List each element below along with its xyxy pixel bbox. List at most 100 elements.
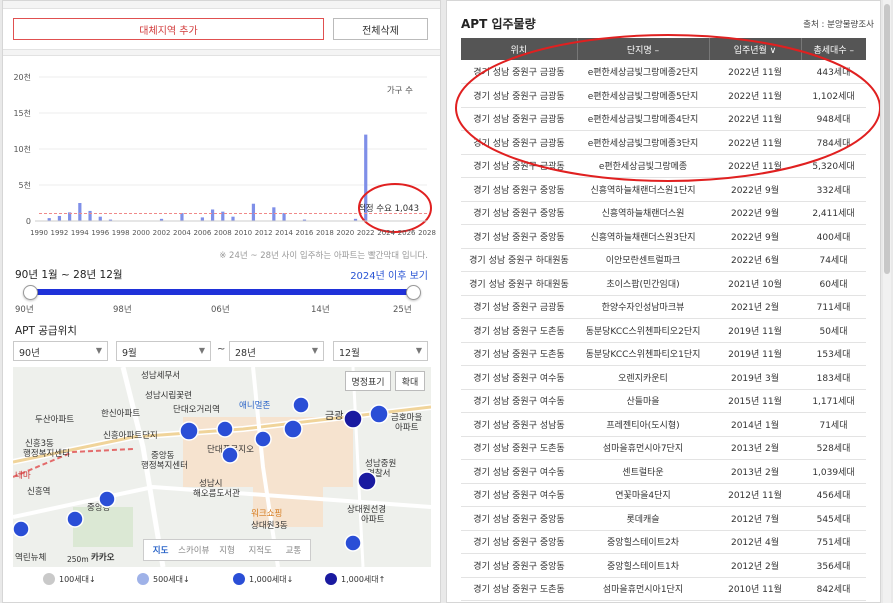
cell-location: 경기 성남 중원구 여수동 bbox=[461, 483, 577, 507]
cell-households: 153세대 bbox=[801, 342, 866, 366]
apt-marker bbox=[254, 430, 272, 448]
bar bbox=[88, 210, 92, 221]
cell-complex-name: 동분당KCC스위첸파티오2단지 bbox=[577, 318, 709, 343]
tab-terrain[interactable]: 지형 bbox=[210, 544, 243, 556]
cell-move-in-date: 2022년 11월 bbox=[709, 130, 801, 155]
slider-tick: 98년 bbox=[113, 305, 132, 315]
table-row[interactable]: 경기 성남 중원구 여수동 오렌지카운티 2019년 3월 183세대 bbox=[461, 365, 866, 390]
table-row[interactable]: 경기 성남 중원구 금광동 e편한세상금빛그랑메종2단지 2022년 11월 443세… bbox=[461, 60, 866, 84]
scrollbar[interactable] bbox=[883, 0, 891, 603]
tab-cadastral[interactable]: 지적도 bbox=[244, 544, 277, 556]
apt-marker bbox=[344, 534, 362, 552]
tab-traffic[interactable]: 교통 bbox=[277, 544, 310, 556]
cell-move-in-date: 2019년 11월 bbox=[709, 342, 801, 366]
slider-handle-start[interactable] bbox=[23, 285, 38, 300]
label-toggle-button[interactable]: 명정표기 bbox=[345, 371, 391, 391]
map-view[interactable]: 성남세무서 성남시립꽃련 단대오거리역 애니멀존 금광 두산아파트 한신아파트 … bbox=[13, 367, 431, 567]
period-slider[interactable] bbox=[23, 285, 421, 300]
y-tick-label: 20천 bbox=[13, 72, 31, 82]
cell-households: 443세대 bbox=[801, 60, 866, 84]
cell-complex-name: 프레젠티아(도시형) bbox=[577, 412, 709, 437]
end-month-select[interactable]: 12월 ▼ bbox=[333, 341, 428, 361]
table-row[interactable]: 경기 성남 중원구 금광동 e편한세상금빛그랑메종5단지 2022년 11월 1,10… bbox=[461, 83, 866, 108]
cell-move-in-date: 2019년 11월 bbox=[709, 318, 801, 343]
delete-all-button[interactable]: 전체삭제 bbox=[333, 18, 428, 40]
end-year-select[interactable]: 28년 ▼ bbox=[229, 341, 324, 361]
table-row[interactable]: 경기 성남 중원구 중앙동 신흥역하늘채랜더스원 2022년 9월 2,411세대 bbox=[461, 201, 866, 225]
cell-location: 경기 성남 중원구 금광동 bbox=[461, 107, 577, 131]
table-row[interactable]: 경기 성남 중원구 금광동 e편한세상금빛그랑메종4단지 2022년 11월 948세… bbox=[461, 107, 866, 131]
scrollbar-thumb[interactable] bbox=[884, 4, 890, 274]
cell-location: 경기 성남 중원구 도촌동 bbox=[461, 342, 577, 366]
table-row[interactable]: 경기 성남 중원구 여수동 산들마을 2015년 11월 1,171세대 bbox=[461, 389, 866, 413]
col-location[interactable]: 위치 bbox=[461, 38, 578, 60]
cell-households: 528세대 bbox=[801, 436, 866, 460]
cell-move-in-date: 2022년 6월 bbox=[709, 248, 801, 272]
cell-location: 경기 성남 중원구 여수동 bbox=[461, 365, 577, 390]
start-month-select[interactable]: 9월 ▼ bbox=[116, 341, 211, 361]
tab-map[interactable]: 지도 bbox=[144, 544, 177, 556]
x-tick-label: 2004 bbox=[173, 229, 191, 237]
x-tick-label: 2006 bbox=[193, 229, 211, 237]
table-row[interactable]: 경기 성남 중원구 도촌동 동분당KCC스위첸파티오1단지 2019년 11월 153… bbox=[461, 342, 866, 366]
cell-location: 경기 성남 중원구 도촌동 bbox=[461, 318, 577, 343]
col-move-in-date[interactable]: 입주년월 ∨ bbox=[709, 38, 802, 60]
bar bbox=[251, 203, 256, 221]
table-row[interactable]: 경기 성남 중원구 성남동 프레젠티아(도시형) 2014년 1월 71세대 bbox=[461, 412, 866, 437]
future-view-link[interactable]: 2024년 이후 보기 bbox=[350, 267, 428, 282]
table-header-row: 위치 단지명 – 입주년월 ∨ 총세대수 – bbox=[461, 38, 866, 60]
table-row[interactable]: 경기 성남 중원구 중앙동 롯데캐슬 2012년 7월 545세대 bbox=[461, 506, 866, 531]
cell-complex-name: e편한세상금빛그랑메종2단지 bbox=[577, 60, 709, 84]
cell-move-in-date: 2019년 3월 bbox=[709, 365, 801, 390]
table-row[interactable]: 경기 성남 중원구 중앙동 신흥역하늘채랜더스원1단지 2022년 9월 332세대 bbox=[461, 177, 866, 202]
slider-handle-end[interactable] bbox=[406, 285, 421, 300]
left-panel: 대체지역 추가 전체삭제 0 5천 10천 15천 20천 가구 수 적정 수요 1,043… bbox=[2, 0, 441, 603]
tab-skyview[interactable]: 스카이뷰 bbox=[177, 544, 210, 556]
apt-marker bbox=[369, 404, 389, 424]
table-row[interactable]: 경기 성남 중원구 중앙동 중앙힐스테이트1차 2012년 2월 356세대 bbox=[461, 553, 866, 578]
table-row[interactable]: 경기 성남 중원구 금광동 e편한세상금빛그랑메종 2022년 11월 5,320세대 bbox=[461, 154, 866, 178]
start-year-select[interactable]: 90년 ▼ bbox=[13, 341, 108, 361]
x-tick-label: 2018 bbox=[316, 229, 334, 237]
cell-households: 751세대 bbox=[801, 530, 866, 554]
table-row[interactable]: 경기 성남 중원구 도촌동 동분당KCC스위첸파티오2단지 2019년 11월 50세… bbox=[461, 318, 866, 343]
table-row[interactable]: 경기 성남 중원구 하대원동 초이스팝(민간임대) 2021년 10월 60세대 bbox=[461, 271, 866, 296]
table-row[interactable]: 경기 성남 중원구 하대원동 이안모란센트럴파크 2022년 6월 74세대 bbox=[461, 248, 866, 272]
x-tick-label: 2016 bbox=[296, 229, 314, 237]
start-year-value: 90년 bbox=[19, 348, 40, 359]
cell-move-in-date: 2022년 9월 bbox=[709, 224, 801, 249]
cell-location: 경기 성남 중원구 여수동 bbox=[461, 389, 577, 413]
col-complex-name[interactable]: 단지명 – bbox=[577, 38, 710, 60]
cell-move-in-date: 2012년 7월 bbox=[709, 506, 801, 531]
cell-complex-name: 산들마을 bbox=[577, 389, 709, 413]
cell-move-in-date: 2012년 11월 bbox=[709, 483, 801, 507]
cell-location: 경기 성남 중원구 중앙동 bbox=[461, 177, 577, 202]
table-row[interactable]: 경기 성남 중원구 중앙동 중앙힐스테이트2차 2012년 4월 751세대 bbox=[461, 530, 866, 554]
cell-complex-name: 센트럴타운 bbox=[577, 459, 709, 484]
x-tick-label: 2000 bbox=[132, 229, 150, 237]
cell-households: 5,320세대 bbox=[801, 154, 866, 178]
cell-location: 경기 성남 중원구 금광동 bbox=[461, 60, 577, 84]
cell-households: 183세대 bbox=[801, 365, 866, 390]
cell-move-in-date: 2013년 2월 bbox=[709, 436, 801, 460]
add-region-button[interactable]: 대체지역 추가 bbox=[13, 18, 324, 40]
cell-location: 경기 성남 중원구 중앙동 bbox=[461, 506, 577, 531]
apt-marker bbox=[216, 420, 234, 438]
data-source: 출처 : 분양물량조사 bbox=[803, 20, 874, 30]
table-row[interactable]: 경기 성남 중원구 중앙동 신흥역하늘채랜더스원3단지 2022년 9월 400세대 bbox=[461, 224, 866, 249]
slider-track bbox=[31, 289, 413, 295]
chevron-down-icon: ▼ bbox=[198, 346, 205, 355]
table-row[interactable]: 경기 성남 중원구 도촌동 섬마을휴먼시아1단지 2010년 11월 842세대 bbox=[461, 577, 866, 601]
table-row[interactable]: 경기 성남 중원구 도촌동 섬마을휴먼시아7단지 2013년 2월 528세대 bbox=[461, 436, 866, 460]
table-row[interactable]: 경기 성남 중원구 금광동 한양수자인성남마크뷰 2021년 2월 711세대 bbox=[461, 295, 866, 319]
table-row[interactable]: 경기 성남 중원구 여수동 센트럴타운 2013년 2월 1,039세대 bbox=[461, 459, 866, 484]
zoom-button[interactable]: 확대 bbox=[395, 371, 425, 391]
table-row[interactable]: 경기 성남 중원구 금광동 e편한세상금빛그랑메종3단지 2022년 11월 784세… bbox=[461, 130, 866, 155]
cell-households: 948세대 bbox=[801, 107, 866, 131]
cell-complex-name: 롯데캐슬 bbox=[577, 506, 709, 531]
legend-label: 1,000세대↑ bbox=[341, 574, 386, 584]
table-row[interactable]: 경기 성남 중원구 여수동 연꽃마을4단지 2012년 11월 456세대 bbox=[461, 483, 866, 507]
col-households[interactable]: 총세대수 – bbox=[801, 38, 866, 60]
cell-location: 경기 성남 중원구 금광동 bbox=[461, 130, 577, 155]
y-tick-label: 10천 bbox=[13, 144, 31, 154]
